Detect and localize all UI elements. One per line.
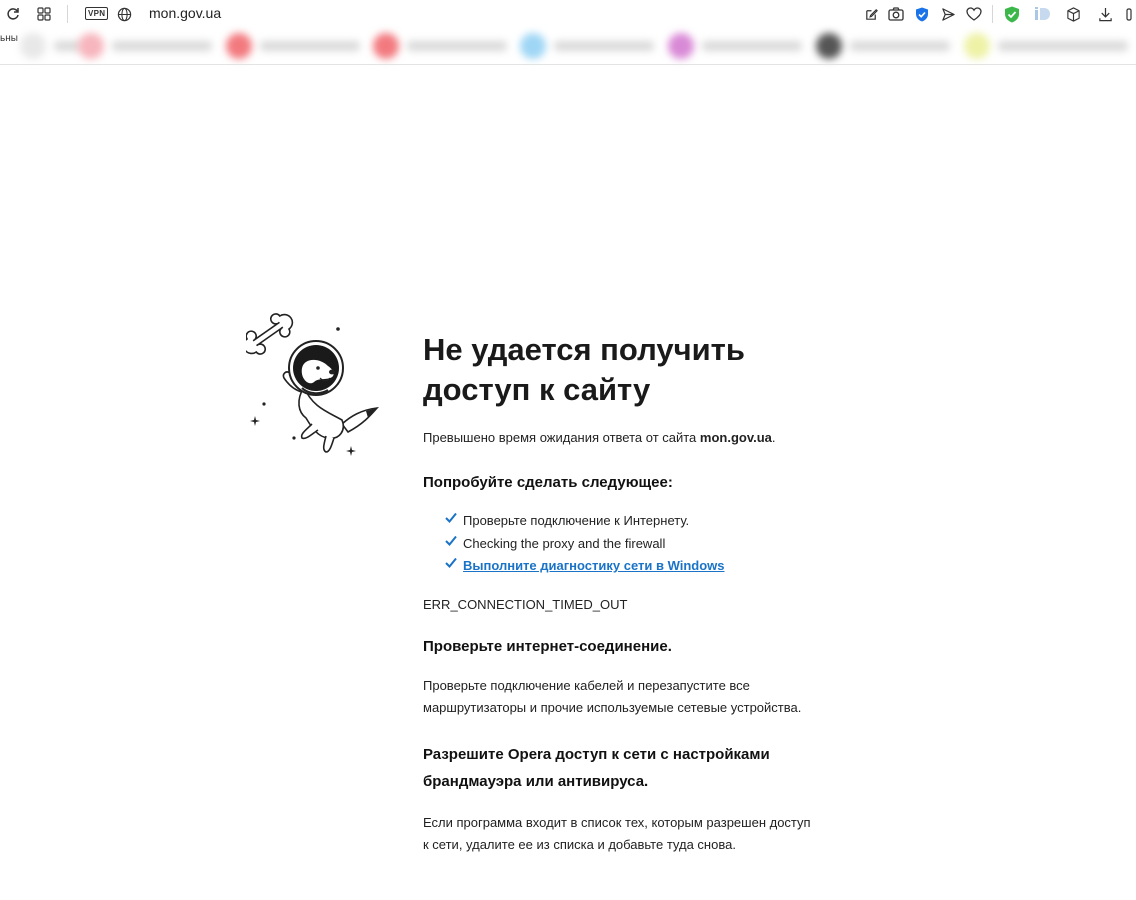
- speed-dial-item[interactable]: [964, 32, 1128, 60]
- check-connection-text-line-2: маршрутизаторы и прочие используемые сет…: [423, 699, 802, 715]
- camera-icon[interactable]: [886, 4, 906, 24]
- extensions-divider: [992, 5, 993, 23]
- error-title: Не удается получить доступ к сайту: [423, 330, 863, 410]
- suggestion-check-internet: Проверьте подключение к Интернету.: [463, 513, 690, 528]
- error-code: ERR_CONNECTION_TIMED_OUT: [423, 596, 628, 612]
- allow-access-text-line-1: Если программа входит в список тех, кото…: [423, 814, 811, 830]
- suggestion-item: Выполните диагностику сети в Windows: [445, 555, 863, 578]
- speed-dial-item[interactable]: [78, 32, 212, 60]
- allow-access-heading-line-1: Разрешите Opera доступ к сети с настройк…: [423, 745, 770, 763]
- more-icon[interactable]: [1122, 4, 1136, 24]
- timeout-period: .: [771, 430, 776, 445]
- suggestion-item: Checking the proxy and the firewall: [445, 533, 863, 556]
- toolbar-divider: [67, 5, 68, 23]
- adblock-shield-icon[interactable]: [1002, 4, 1022, 24]
- speed-dial-item[interactable]: [373, 32, 507, 60]
- cube-icon[interactable]: [1063, 4, 1083, 24]
- speed-dial-icon[interactable]: [34, 4, 54, 24]
- allow-access-text-line-2: к сети, удалите ее из списка и добавьте …: [423, 836, 736, 852]
- check-connection-text: Проверьте подключение кабелей и перезапу…: [423, 675, 863, 719]
- speed-dial-cut-label: ьны: [0, 33, 18, 44]
- suggestions-list: Проверьте подключение к Интернету. Check…: [423, 510, 863, 578]
- speed-dial-item[interactable]: [20, 32, 82, 60]
- timeout-text: Превышено время ожидания ответа от сайта: [423, 430, 700, 445]
- id-extension-icon[interactable]: [1033, 4, 1053, 24]
- check-connection-text-line-1: Проверьте подключение кабелей и перезапу…: [423, 677, 750, 693]
- try-heading: Попробуйте сделать следующее:: [423, 474, 673, 491]
- url-text[interactable]: mon.gov.ua: [149, 5, 221, 21]
- edit-share-icon[interactable]: [861, 4, 881, 24]
- reload-icon[interactable]: [3, 4, 23, 24]
- heart-icon[interactable]: [964, 4, 984, 24]
- download-icon[interactable]: [1095, 4, 1115, 24]
- verified-shield-icon[interactable]: [912, 4, 932, 24]
- speed-dial-strip: ьны: [0, 28, 1136, 64]
- site-name: mon.gov.ua: [699, 430, 772, 445]
- timeout-message: Превышено время ожидания ответа от сайта…: [423, 427, 863, 449]
- address-bar: VPN mon.gov.ua: [0, 0, 1136, 28]
- suggestion-check-proxy: Checking the proxy and the firewall: [463, 535, 666, 551]
- error-title-line-2: доступ к сайту: [423, 372, 651, 407]
- space-dog-illustration: [242, 312, 386, 462]
- check-icon: [445, 557, 457, 568]
- vpn-badge[interactable]: VPN: [85, 7, 109, 20]
- speed-dial-item[interactable]: [816, 32, 950, 60]
- error-title-line-1: Не удается получить: [423, 332, 745, 367]
- speed-dial-item[interactable]: [520, 32, 654, 60]
- suggestion-item: Проверьте подключение к Интернету.: [445, 510, 863, 533]
- speed-dial-item[interactable]: [668, 32, 802, 60]
- check-connection-heading: Проверьте интернет-соединение.: [423, 637, 672, 655]
- globe-icon[interactable]: [114, 4, 134, 24]
- check-icon: [445, 535, 457, 546]
- allow-access-heading-line-2: брандмауэра или антивируса.: [423, 772, 649, 790]
- allow-access-heading: Разрешите Opera доступ к сети с настройк…: [423, 741, 863, 795]
- error-content: Не удается получить доступ к сайту Превы…: [423, 330, 863, 856]
- windows-diagnostics-link[interactable]: Выполните диагностику сети в Windows: [463, 558, 725, 573]
- send-icon[interactable]: [938, 4, 958, 24]
- check-icon: [445, 512, 457, 523]
- allow-access-text: Если программа входит в список тех, кото…: [423, 812, 863, 856]
- toolbar-bottom-border: [0, 64, 1136, 65]
- speed-dial-item[interactable]: [226, 32, 360, 60]
